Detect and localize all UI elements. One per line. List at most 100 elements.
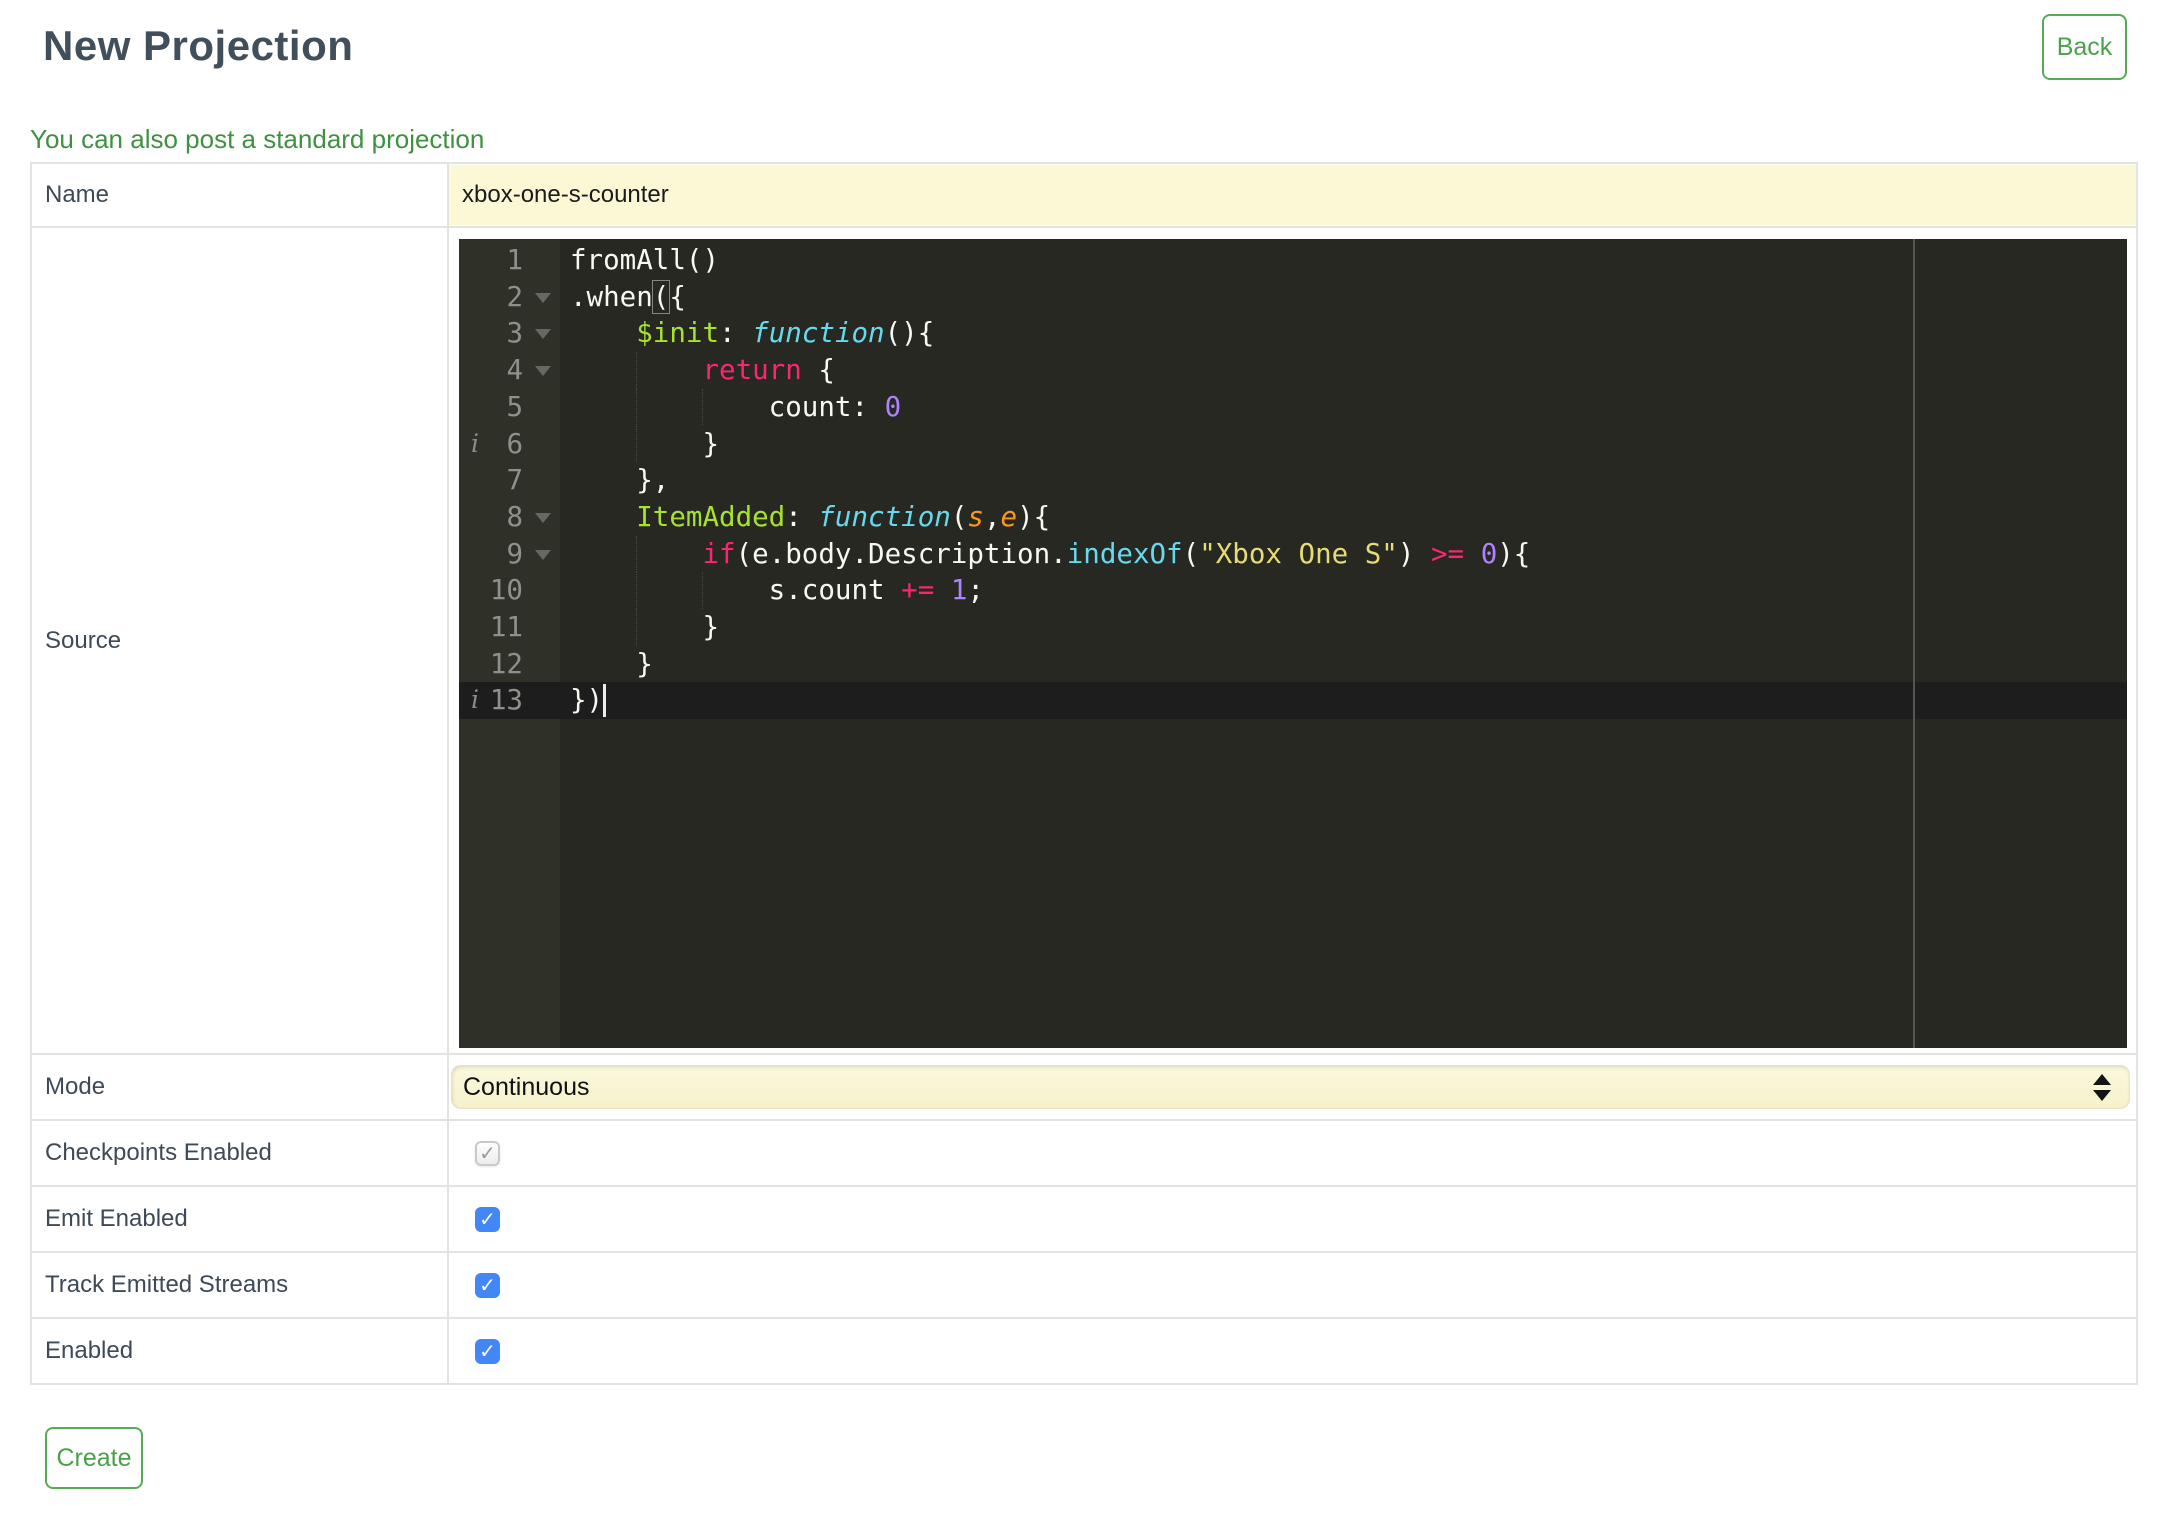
code-token: (){	[884, 317, 935, 350]
info-annotation-icon: i	[471, 685, 479, 715]
code-token: function	[818, 500, 951, 533]
code-token: 0	[1480, 537, 1498, 570]
enabled-checkbox[interactable]: ✓	[475, 1338, 500, 1364]
code-token: }	[570, 611, 720, 643]
code-token: ;	[967, 574, 984, 607]
line-number: 7	[506, 464, 523, 497]
editor-gutter-line: 13 i	[459, 682, 560, 719]
editor-gutter-line: 1	[459, 242, 560, 279]
back-button[interactable]: Back	[2042, 14, 2127, 80]
code-token: ){	[1497, 537, 1531, 570]
table-row-checkpoints-enabled: Checkpoints Enabled ✓	[30, 1119, 2138, 1187]
line-number: 5	[506, 390, 523, 423]
enabled-label: Enabled	[30, 1317, 449, 1385]
code-line[interactable]: return {	[570, 352, 2127, 389]
indent-guide	[636, 352, 637, 389]
code-line[interactable]: count: 0	[570, 388, 2127, 426]
indent-guide	[636, 609, 637, 646]
standard-projection-link[interactable]: You can also post a standard projection	[30, 124, 484, 155]
code-token: })	[570, 684, 604, 717]
editor-gutter-line: 9	[459, 536, 560, 573]
code-token: ){	[1017, 500, 1051, 533]
code-line[interactable]: }	[570, 609, 2127, 646]
code-token: s.count	[570, 574, 902, 607]
code-token: $init	[636, 317, 720, 350]
editor-gutter-line: 10	[459, 572, 560, 609]
stepper-up-icon	[2093, 1073, 2111, 1085]
code-line[interactable]: .when({	[570, 279, 2127, 316]
text-cursor	[603, 684, 606, 718]
code-line[interactable]: $init: function(){	[570, 315, 2127, 352]
code-line[interactable]: fromAll()	[570, 242, 2127, 279]
code-token: ,	[983, 500, 1001, 533]
editor-gutter-line: 8	[459, 499, 560, 536]
track-emitted-streams-label: Track Emitted Streams	[30, 1251, 449, 1319]
indent-guide	[702, 572, 703, 609]
fold-toggle-icon[interactable]	[535, 329, 551, 340]
code-token: s	[967, 500, 984, 533]
code-token: function	[752, 317, 885, 350]
code-token: (	[651, 279, 671, 314]
code-line[interactable]: }	[570, 425, 2127, 463]
table-row-track-emitted-streams: Track Emitted Streams ✓	[30, 1251, 2138, 1319]
line-number: 2	[506, 280, 523, 313]
select-stepper-icon	[2093, 1073, 2111, 1101]
editor-gutter-line: 2	[459, 279, 560, 316]
editor-gutter-line: 12	[459, 646, 560, 683]
code-line[interactable]: }	[570, 646, 2127, 683]
code-token: {	[669, 280, 686, 313]
fold-toggle-icon[interactable]	[535, 512, 551, 523]
code-line[interactable]: if(e.body.Description.indexOf("Xbox One …	[570, 535, 2127, 573]
table-row-name: Name	[30, 162, 2138, 228]
code-token: :	[719, 317, 753, 350]
code-token: count:	[570, 390, 885, 423]
track-emitted-streams-checkbox[interactable]: ✓	[475, 1272, 500, 1298]
checkpoints-enabled-checkbox[interactable]: ✓	[475, 1140, 500, 1166]
line-number: 12	[489, 647, 523, 680]
code-line[interactable]: })	[570, 682, 2127, 719]
table-row-source: Source 1 fromAll() 2 .when({3 $init: functi…	[30, 226, 2138, 1055]
indent-guide	[702, 388, 703, 426]
code-token: "Xbox One S"	[1199, 537, 1398, 570]
code-line[interactable]: ItemAdded: function(s,e){	[570, 499, 2127, 536]
code-token: :	[785, 500, 819, 533]
create-button[interactable]: Create	[45, 1427, 143, 1489]
code-token: .when	[570, 280, 653, 313]
code-token: 0	[884, 390, 902, 423]
source-editor[interactable]: 1 fromAll() 2 .when({3 $init: function(){4 …	[459, 239, 2127, 1048]
line-number: 10	[489, 574, 523, 607]
code-token: 1	[950, 574, 968, 607]
line-number: 6	[506, 427, 523, 460]
code-line[interactable]: },	[570, 462, 2127, 499]
editor-gutter-line: 6i	[459, 426, 560, 463]
fold-toggle-icon[interactable]	[535, 366, 551, 377]
fold-toggle-icon[interactable]	[535, 292, 551, 303]
new-projection-page: New Projection Back You can also post a …	[0, 0, 2166, 1513]
code-token: indexOf	[1066, 537, 1183, 570]
code-token: (	[1182, 537, 1200, 570]
page-title: New Projection	[43, 22, 354, 69]
emit-enabled-checkbox[interactable]: ✓	[475, 1206, 500, 1232]
line-number: 11	[489, 611, 523, 643]
fold-toggle-icon[interactable]	[535, 549, 551, 560]
line-number: 9	[506, 537, 523, 570]
code-line[interactable]: s.count += 1;	[570, 572, 2127, 609]
code-token: return	[702, 354, 802, 387]
stepper-down-icon	[2093, 1089, 2111, 1101]
code-token: if	[702, 537, 736, 570]
name-input[interactable]	[449, 165, 2136, 225]
indent-guide	[636, 388, 637, 426]
mode-select[interactable]: Continuous	[451, 1065, 2130, 1109]
code-token: {	[801, 354, 835, 387]
code-token: }	[570, 647, 653, 680]
line-number: 4	[506, 354, 523, 387]
code-token: fromAll()	[570, 244, 720, 276]
indent-guide	[636, 425, 637, 463]
name-label: Name	[30, 162, 449, 228]
editor-gutter-line: 3	[459, 315, 560, 352]
code-token: e	[1000, 500, 1018, 533]
